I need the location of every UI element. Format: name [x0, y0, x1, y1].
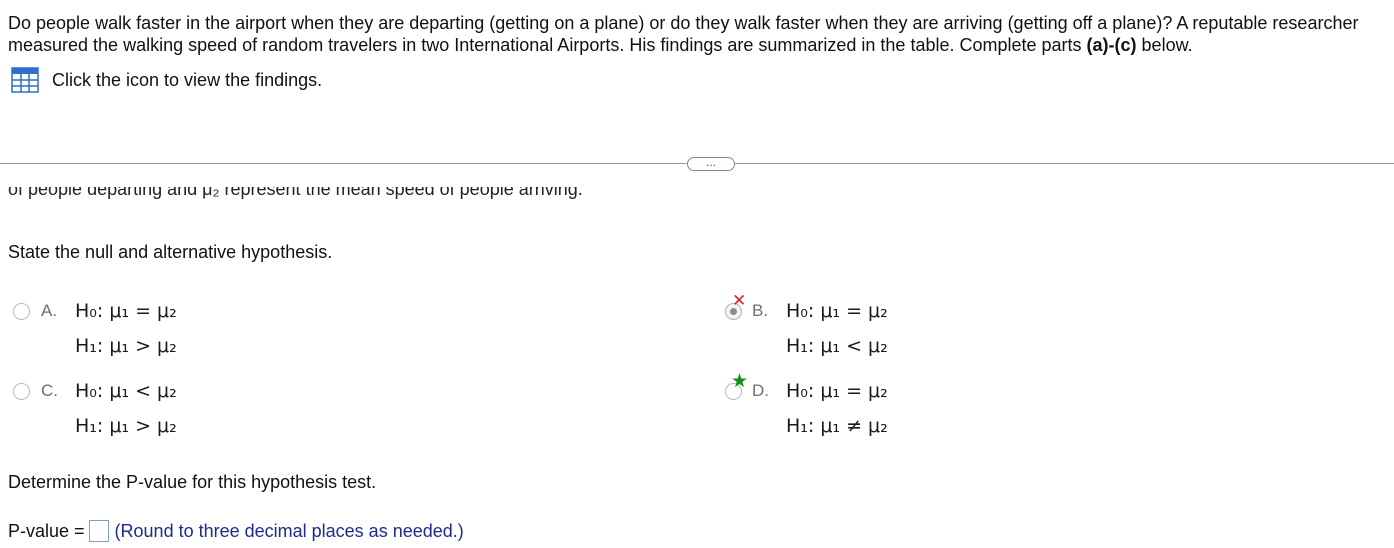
choice-a-h1: H₁: μ₁ > μ₂ [75, 335, 177, 357]
choice-b-h1: H₁: μ₁ < μ₂ [786, 335, 888, 357]
hypothesis-prompt: State the null and alternative hypothesi… [8, 242, 333, 262]
choice-d-letter: D. [752, 381, 769, 400]
incorrect-x-icon: ✕ [732, 291, 747, 310]
pvalue-label: P-value = [8, 520, 85, 541]
choice-b-h0: H₀: μ₁ = μ₂ [786, 300, 888, 322]
expand-button[interactable]: ... [687, 156, 735, 171]
choice-a-h0: H₀: μ₁ = μ₂ [75, 300, 177, 322]
pvalue-input[interactable] [88, 520, 109, 542]
clipped-context-text: of people departing and μ₂ represent the… [8, 187, 708, 206]
findings-row: Click the icon to view the findings. [11, 67, 322, 93]
pvalue-prompt: Determine the P-value for this hypothesi… [8, 472, 377, 492]
choice-d-h0: H₀: μ₁ = μ₂ [786, 380, 888, 402]
radio-c[interactable] [13, 383, 30, 400]
findings-link-text[interactable]: Click the icon to view the findings. [52, 70, 322, 91]
choice-c-h0: H₀: μ₁ < μ₂ [75, 380, 177, 402]
question-text: Do people walk faster in the airport whe… [8, 12, 1392, 56]
choice-b-letter: B. [752, 301, 769, 320]
choice-d-h1: H₁: μ₁ ≠ μ₂ [786, 415, 888, 437]
choice-c-letter: C. [41, 381, 58, 400]
correct-star-icon: ★ [731, 371, 749, 392]
table-icon[interactable] [11, 67, 39, 93]
pvalue-row: P-value = (Round to three decimal places… [8, 518, 464, 544]
question-end: below. [1136, 35, 1193, 55]
radio-a[interactable] [13, 303, 30, 320]
choice-a-letter: A. [41, 301, 58, 320]
clipped-context-line: of people departing and μ₂ represent the… [8, 187, 583, 199]
question-parts: (a)-(c) [1086, 35, 1137, 55]
choice-c-h1: H₁: μ₁ > μ₂ [75, 415, 177, 437]
pvalue-hint: (Round to three decimal places as needed… [114, 520, 464, 541]
